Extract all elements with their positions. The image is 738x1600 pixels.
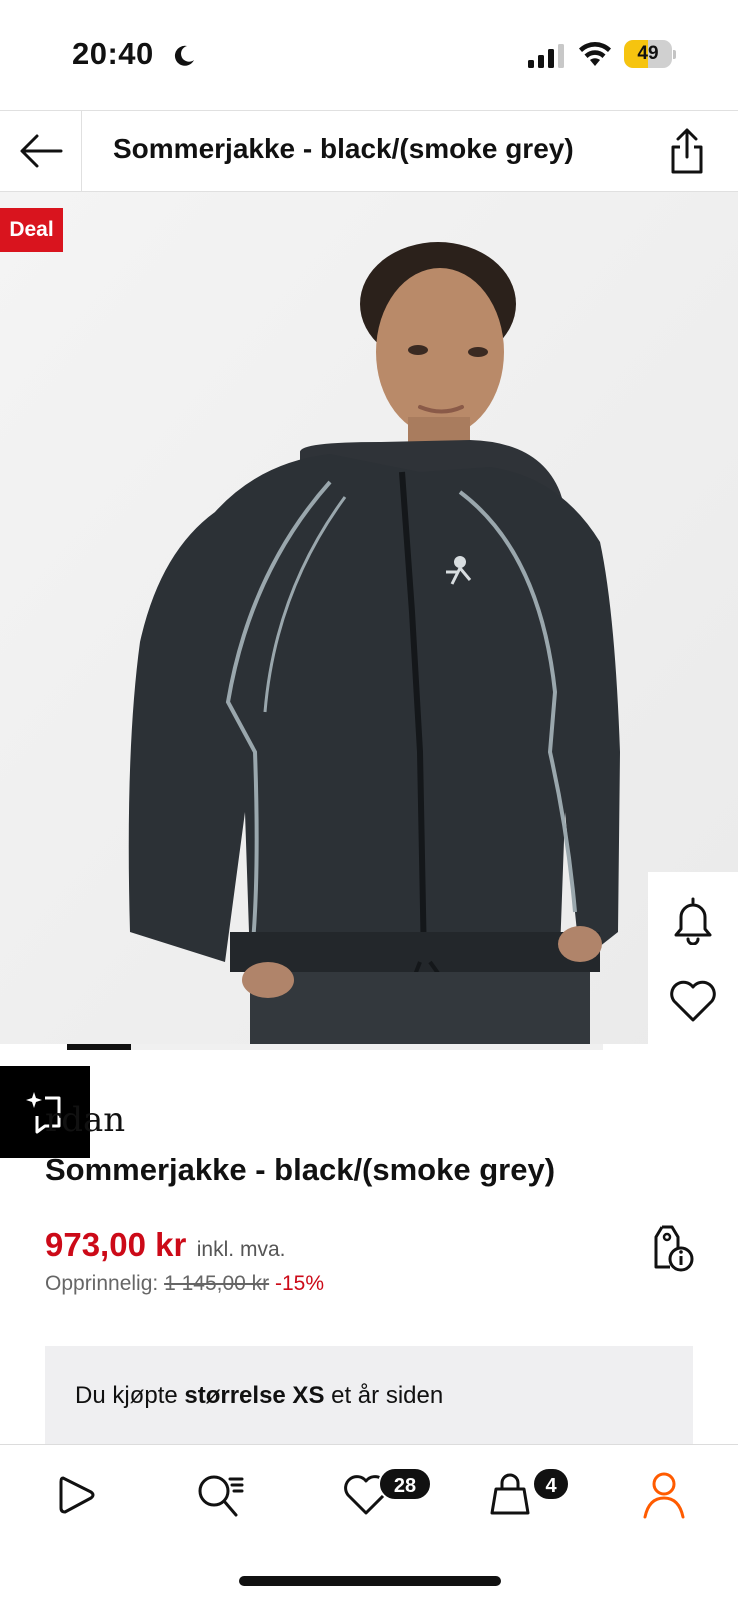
battery-percent: 49 xyxy=(637,43,659,64)
status-time: 20:40 xyxy=(72,36,154,71)
signal-icon xyxy=(528,44,564,68)
share-icon xyxy=(671,128,703,174)
favorite-button[interactable] xyxy=(666,976,720,1026)
notify-button[interactable] xyxy=(668,892,718,948)
profile-icon xyxy=(643,1472,685,1519)
carousel-active-segment xyxy=(67,1044,132,1050)
back-button[interactable] xyxy=(0,111,82,191)
purchase-history-note: Du kjøpte størrelse XS et år siden xyxy=(45,1346,693,1446)
play-icon xyxy=(59,1476,95,1514)
price-tag-info-icon xyxy=(654,1225,694,1272)
deal-badge: Deal xyxy=(0,208,63,252)
nav-search[interactable] xyxy=(188,1467,252,1523)
original-label: Opprinnelig: xyxy=(45,1272,159,1295)
carousel-indicator xyxy=(67,1044,603,1050)
nav-home[interactable] xyxy=(44,1467,108,1523)
bag-icon xyxy=(490,1473,530,1515)
wifi-icon xyxy=(579,42,611,66)
heart-icon xyxy=(670,980,716,1022)
product-image[interactable]: Deal xyxy=(0,192,738,1044)
purchase-note-text: Du kjøpte størrelse XS et år siden xyxy=(75,1382,444,1409)
vat-note: inkl. mva. xyxy=(196,1238,286,1261)
bell-icon xyxy=(674,897,712,945)
brand-name[interactable]: rdan xyxy=(45,1100,125,1140)
side-actions xyxy=(648,872,738,1052)
arrow-left-icon xyxy=(20,134,62,168)
bag-count-badge: 4 xyxy=(532,1467,570,1501)
price-info-button[interactable] xyxy=(646,1222,696,1274)
search-icon xyxy=(198,1475,244,1517)
original-price: 1 145,00 kr xyxy=(164,1272,270,1295)
home-indicator xyxy=(239,1576,501,1586)
product-header: Sommerjakke - black/(smoke grey) xyxy=(0,110,738,192)
share-button[interactable] xyxy=(662,125,712,177)
price-row: 973,00 kr inkl. mva. xyxy=(45,1226,285,1264)
product-photo xyxy=(0,192,738,1044)
nav-bag[interactable] xyxy=(478,1467,542,1523)
moon-icon xyxy=(174,45,194,66)
header-title: Sommerjakke - black/(smoke grey) xyxy=(113,133,574,164)
discount-percent: -15% xyxy=(275,1272,325,1295)
status-bar: 20:40 49 xyxy=(0,0,738,110)
battery-icon: 49 xyxy=(624,40,676,68)
current-price: 973,00 kr xyxy=(45,1226,187,1263)
product-name: Sommerjakke - black/(smoke grey) xyxy=(45,1152,556,1187)
original-price-row: Opprinnelig: 1 145,00 kr -15% xyxy=(45,1272,324,1296)
nav-profile[interactable] xyxy=(632,1467,696,1523)
favorites-count-badge: 28 xyxy=(378,1467,432,1501)
